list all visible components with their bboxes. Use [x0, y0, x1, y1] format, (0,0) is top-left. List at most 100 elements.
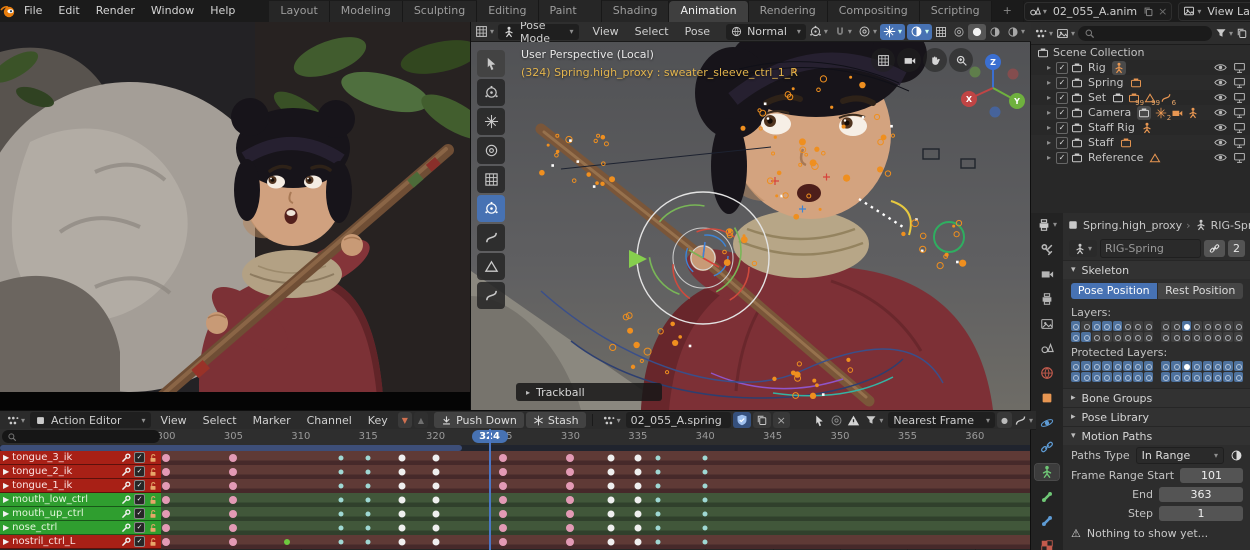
unlink-action-button[interactable]: ×	[773, 412, 790, 428]
keyframe[interactable]	[566, 538, 574, 546]
tab-scene[interactable]	[1035, 341, 1059, 357]
tool-measure[interactable]	[477, 253, 505, 280]
layer-13[interactable]	[1113, 332, 1122, 342]
expand-icon[interactable]: ▸	[1047, 108, 1051, 117]
proportional-edit-keys-button[interactable]: ●	[997, 412, 1012, 428]
menu-edit[interactable]: Edit	[50, 0, 87, 22]
keyframe[interactable]	[607, 525, 614, 532]
channel-lock-icon[interactable]	[148, 467, 158, 477]
tool-cursor[interactable]	[477, 79, 505, 106]
dope-menu-channel[interactable]: Channel	[299, 414, 360, 427]
menu-file[interactable]: File	[16, 0, 50, 22]
keyframe-row-tongue_3_ik[interactable]	[155, 451, 1030, 465]
disable-viewports-icon[interactable]	[1233, 151, 1246, 164]
keyframe[interactable]	[398, 511, 405, 518]
keyframe[interactable]	[703, 498, 708, 503]
new-scene-icon[interactable]	[1143, 6, 1154, 17]
channel-lock-icon[interactable]	[148, 537, 158, 547]
layer-6[interactable]	[1123, 321, 1132, 331]
snap-mode-dropdown[interactable]: Nearest Frame▾	[888, 412, 995, 428]
breadcrumb-data[interactable]: RIG-Spring	[1211, 219, 1250, 232]
overlays-toggle-button[interactable]: ▾	[907, 24, 932, 40]
outliner-item-set[interactable]: ▸✓Set99996	[1031, 90, 1250, 105]
modifiers-wrench-icon[interactable]	[121, 523, 131, 533]
workspace-tab-modeling[interactable]: Modeling	[330, 1, 403, 22]
channel-nose_ctrl[interactable]: ▶nose_ctrl✓	[0, 521, 161, 535]
tab-output[interactable]	[1035, 291, 1059, 307]
keyframe[interactable]	[656, 540, 661, 545]
keyframe-row-nose_ctrl[interactable]	[155, 521, 1030, 535]
keyframe[interactable]	[432, 483, 439, 490]
keyframe-row-tongue_1_ik[interactable]	[155, 479, 1030, 493]
keyframe[interactable]	[656, 512, 661, 517]
keyframe[interactable]	[229, 482, 237, 490]
disable-viewports-icon[interactable]	[1233, 61, 1246, 74]
layer-14[interactable]	[1123, 332, 1132, 342]
tab-physics[interactable]	[1035, 415, 1059, 431]
keyframe[interactable]	[607, 469, 614, 476]
expand-icon[interactable]: ▸	[1047, 153, 1051, 162]
playhead-line[interactable]	[489, 429, 491, 550]
hide-viewport-icon[interactable]	[1214, 76, 1227, 89]
field-value[interactable]: 1	[1159, 506, 1243, 521]
channel-tongue_1_ik[interactable]: ▶tongue_1_ik✓	[0, 479, 161, 493]
xray-toggle-button[interactable]	[932, 24, 950, 40]
keyframe[interactable]	[634, 469, 641, 476]
dope-mode-dropdown[interactable]: Action Editor▾	[30, 412, 151, 428]
expand-icon[interactable]: ▶	[3, 481, 9, 490]
keyframe[interactable]	[432, 525, 439, 532]
collection-checkbox[interactable]: ✓	[1056, 92, 1068, 104]
browse-action-button[interactable]: ▾	[599, 412, 624, 428]
layer-5[interactable]	[1113, 321, 1122, 331]
keyframe[interactable]	[566, 510, 574, 518]
workspace-tab-animation[interactable]: Animation	[669, 1, 748, 22]
keyframe[interactable]	[162, 538, 170, 546]
editor-type-button[interactable]: ▾	[471, 24, 498, 40]
keyframe[interactable]	[703, 470, 708, 475]
keyframe[interactable]	[366, 512, 371, 517]
keyframe[interactable]	[703, 512, 708, 517]
workspace-tab-sculpting[interactable]: Sculpting	[403, 1, 477, 22]
hide-viewport-icon[interactable]	[1214, 106, 1227, 119]
keyframe[interactable]	[566, 524, 574, 532]
layer-8[interactable]	[1144, 321, 1153, 331]
keyframe[interactable]	[339, 540, 344, 545]
protected-layer-3[interactable]	[1092, 361, 1101, 371]
keyframe[interactable]	[366, 540, 371, 545]
tab-texture[interactable]	[1035, 538, 1059, 550]
protected-layer-b-13[interactable]	[1203, 372, 1212, 382]
panel-motion-paths[interactable]: ▾Motion Paths	[1063, 426, 1250, 445]
camera-preview-panel[interactable]	[0, 22, 470, 410]
modifiers-wrench-icon[interactable]	[121, 537, 131, 547]
hide-viewport-icon[interactable]	[1214, 121, 1227, 134]
workspace-tab-rendering[interactable]: Rendering	[749, 1, 828, 22]
outliner-search-input[interactable]	[1078, 26, 1212, 41]
protected-layer-12[interactable]	[1102, 372, 1111, 382]
outliner-display-mode-button[interactable]: ▾	[1056, 27, 1075, 40]
workspace-tab-scripting[interactable]: Scripting	[920, 1, 992, 22]
protected-layer-b-4[interactable]	[1192, 361, 1201, 371]
viewport-menu-pose[interactable]: Pose	[677, 25, 718, 38]
dope-filter-button[interactable]: ▾	[865, 414, 883, 426]
keyframe[interactable]	[162, 454, 170, 462]
keyframe[interactable]	[432, 469, 439, 476]
channel-enable-checkbox[interactable]: ✓	[134, 480, 145, 491]
tool-move[interactable]	[477, 108, 505, 135]
outliner-item-camera[interactable]: ▸✓Camera2	[1031, 105, 1250, 120]
protected-layer-b-14[interactable]	[1213, 372, 1222, 382]
expand-icon[interactable]: ▶	[3, 453, 9, 462]
layer-b-13[interactable]	[1203, 332, 1212, 342]
expand-icon[interactable]: ▸	[1047, 138, 1051, 147]
pose-position-button[interactable]: Pose Position	[1071, 283, 1157, 299]
outliner-editor-type-button[interactable]: ▾	[1034, 27, 1053, 40]
hide-viewport-icon[interactable]	[1214, 151, 1227, 164]
layer-b-5[interactable]	[1203, 321, 1212, 331]
keyframe[interactable]	[656, 498, 661, 503]
keyframe[interactable]	[339, 512, 344, 517]
layer-11[interactable]	[1092, 332, 1101, 342]
disable-viewports-icon[interactable]	[1233, 91, 1246, 104]
menu-render[interactable]: Render	[88, 0, 143, 22]
channel-search-input[interactable]	[2, 430, 160, 443]
keyframe[interactable]	[432, 497, 439, 504]
modifiers-wrench-icon[interactable]	[121, 509, 131, 519]
